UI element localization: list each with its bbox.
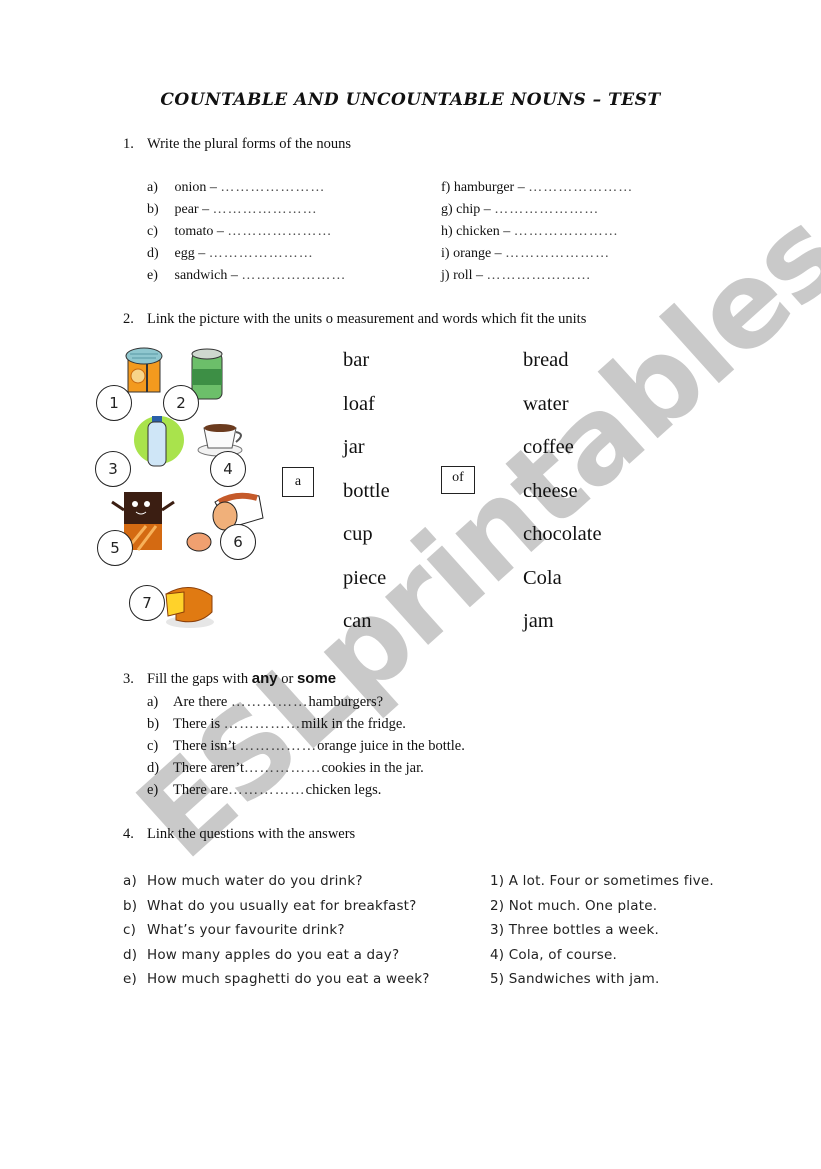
plural-item: i) orange – ………………… xyxy=(441,246,611,261)
picture-number-3: 3 xyxy=(95,451,131,487)
question-item: d) How many apples do you eat a day? xyxy=(123,946,400,963)
unit-word: loaf xyxy=(343,392,375,415)
food-word: Cola xyxy=(523,566,562,589)
jam-jar-icon xyxy=(125,347,163,393)
unit-word: piece xyxy=(343,566,387,589)
picture-number-1: 1 xyxy=(96,385,132,421)
answer-blank[interactable]: ………………… xyxy=(505,246,610,261)
q1-instruction: Write the plural forms of the nouns xyxy=(147,136,351,152)
keyword-any: any xyxy=(251,670,278,687)
plural-item: h) chicken – ………………… xyxy=(441,224,619,239)
food-word: jam xyxy=(523,610,554,632)
answer-blank[interactable]: …………… xyxy=(244,760,322,776)
answer-item: 2) Not much. One plate. xyxy=(490,897,658,914)
q1-number: 1. xyxy=(123,136,134,152)
picture-number-5: 5 xyxy=(97,530,133,566)
plural-item: d) egg – ………………… xyxy=(147,246,314,261)
plural-item: b) pear – ………………… xyxy=(147,202,318,217)
q2-heading: 2. Link the picture with the units o meas… xyxy=(123,311,586,328)
gap-item: c) There isn’t ……………orange juice in the b… xyxy=(147,738,465,754)
plural-item: e) sandwich – ………………… xyxy=(147,268,347,283)
answer-blank[interactable]: …………… xyxy=(231,694,309,710)
q4-questions: a) How much water do you drink? b) What do… xyxy=(123,873,430,996)
keyword-some: some xyxy=(296,670,337,687)
food-word: bread xyxy=(523,349,569,371)
answer-blank[interactable]: ………………… xyxy=(227,224,332,239)
q4-answers: 1) A lot. Four or sometimes five. 2) Not… xyxy=(490,873,714,996)
answer-item: 5) Sandwiches with jam. xyxy=(490,971,660,987)
q4-number: 4. xyxy=(123,826,134,842)
picture-number-2: 2 xyxy=(163,385,199,421)
water-bottle-icon xyxy=(134,416,184,467)
unit-word: can xyxy=(343,610,372,632)
question-item: a) How much water do you drink? xyxy=(123,873,363,889)
q1-right-list: f) hamburger – ………………… g) chip – …………………… xyxy=(441,180,633,290)
q3-number: 3. xyxy=(123,671,134,687)
unit-word: cup xyxy=(343,523,373,545)
question-item: c) What’s your favourite drink? xyxy=(123,922,345,938)
answer-item: 3) Three bottles a week. xyxy=(490,922,660,938)
plural-item: c) tomato – ………………… xyxy=(147,224,333,239)
gap-item: b) There is ……………milk in the fridge. xyxy=(147,716,406,732)
cheese-wheel-icon xyxy=(165,587,214,628)
q1-left-list: a) onion – ………………… b) pear – ………………… c) … xyxy=(147,180,346,290)
article-box: a xyxy=(282,467,314,497)
q2-number: 2. xyxy=(123,311,134,327)
answer-blank[interactable]: ………………… xyxy=(514,224,619,239)
food-word: chocolate xyxy=(523,523,602,545)
gap-item: d) There aren’t……………cookies in the jar. xyxy=(147,760,424,776)
food-word: cheese xyxy=(523,479,578,502)
unit-word: bar xyxy=(343,349,370,371)
plural-item: g) chip – ………………… xyxy=(441,202,600,217)
answer-blank[interactable]: …………… xyxy=(224,716,302,732)
question-item: e) How much spaghetti do you eat a week? xyxy=(123,971,430,987)
q3-instruction: Fill the gaps with xyxy=(147,671,249,687)
picture-number-6: 6 xyxy=(220,524,256,560)
answer-item: 4) Cola, of course. xyxy=(490,946,617,963)
q3-heading: 3. Fill the gaps with any or some xyxy=(123,670,337,687)
picture-number-4: 4 xyxy=(210,451,246,487)
answer-item: 1) A lot. Four or sometimes five. xyxy=(490,873,714,889)
answer-blank[interactable]: …………… xyxy=(240,738,318,754)
plural-item: f) hamburger – ………………… xyxy=(441,180,634,195)
unit-word: bottle xyxy=(343,479,390,502)
plural-item: a) onion – ………………… xyxy=(147,180,326,195)
q3-list: a) Are there ……………hamburgers? b) There is … xyxy=(147,694,465,804)
q2-instruction: Link the picture with the units o measur… xyxy=(147,311,587,327)
gap-item: e) There are……………chicken legs. xyxy=(147,782,382,798)
units-column: bar loaf jar bottle cup piece can xyxy=(343,349,390,654)
answer-blank[interactable]: ………………… xyxy=(220,180,325,195)
q4-heading: 4. Link the questions with the answers xyxy=(123,826,355,843)
food-word: water xyxy=(523,392,569,415)
of-box: of xyxy=(441,466,475,494)
plural-item: j) roll – ………………… xyxy=(441,268,592,283)
unit-word: jar xyxy=(343,436,365,458)
answer-blank[interactable]: ………………… xyxy=(494,202,599,217)
picture-number-7: 7 xyxy=(129,585,165,621)
q1-heading: 1. Write the plural forms of the nouns xyxy=(123,136,351,153)
answer-blank[interactable]: ………………… xyxy=(241,268,346,283)
answer-blank[interactable]: ………………… xyxy=(487,268,592,283)
worksheet-page: ESLprintables.com COUNTABLE AND UNCOUNTA… xyxy=(0,0,821,1169)
q4-instruction: Link the questions with the answers xyxy=(147,826,356,842)
answer-blank[interactable]: …………… xyxy=(228,782,306,798)
answer-blank[interactable]: ………………… xyxy=(209,246,314,261)
foods-column: bread water coffee cheese chocolate Cola… xyxy=(523,349,602,654)
page-title: COUNTABLE AND UNCOUNTABLE NOUNS – TEST xyxy=(160,90,661,110)
food-word: coffee xyxy=(523,436,574,458)
gap-item: a) Are there ……………hamburgers? xyxy=(147,694,384,710)
answer-blank[interactable]: ………………… xyxy=(528,180,633,195)
question-item: b) What do you usually eat for breakfast? xyxy=(123,897,417,914)
answer-blank[interactable]: ………………… xyxy=(213,202,318,217)
